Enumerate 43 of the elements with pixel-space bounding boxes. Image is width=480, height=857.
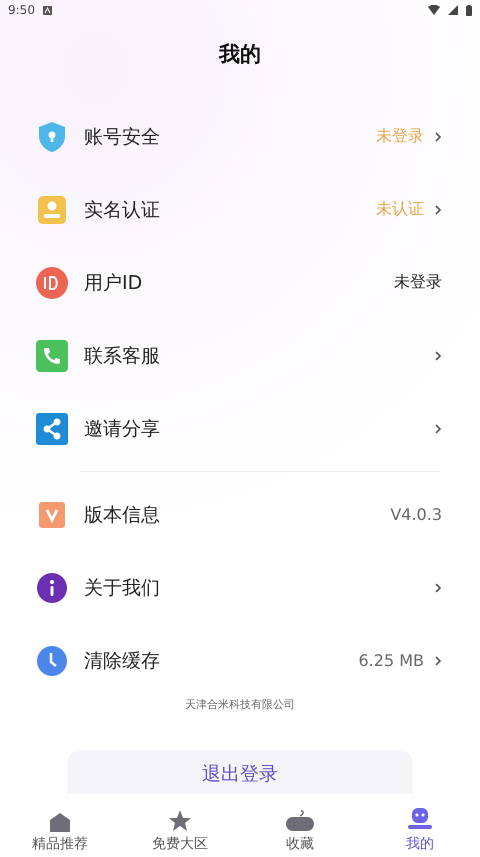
row-value: 未认证 [376,199,424,220]
wifi-icon [428,5,440,15]
row-label: 联系客服 [84,344,161,368]
signal-icon [448,5,458,15]
star-icon [168,809,192,833]
row-value: V4.0.3 [390,505,442,524]
tab-item[interactable]: 我的 [360,800,480,857]
row-label: 邀请分享 [84,416,161,442]
info-icon [36,572,68,604]
shield-icon [36,120,68,152]
battery-icon [466,4,472,16]
settings-row[interactable]: 联系客服 [0,319,480,392]
row-label: 用户ID [84,270,144,296]
tab-item[interactable]: 免费大区 [120,800,240,857]
settings-row[interactable]: 账号安全 未登录 [0,100,480,173]
gamepad-icon [285,809,315,833]
page-title: 我的 [219,41,261,68]
row-label: 关于我们 [84,576,161,600]
settings-row[interactable]: 版本信息 V4.0.3 [0,478,480,551]
settings-row[interactable]: 邀请分享 [0,392,480,465]
company-name: 天津合米科技有限公司 [184,697,296,712]
row-label: 版本信息 [84,502,161,528]
logout-button[interactable]: 退出登录 [67,750,413,794]
id-badge-icon [36,266,68,298]
phone-icon [36,340,68,372]
settings-row[interactable]: 实名认证 未认证 [0,173,480,246]
settings-row[interactable]: 用户ID 未登录 [0,246,480,319]
tab-item[interactable]: 收藏 [240,800,360,857]
row-label: 账号安全 [84,124,161,150]
settings-row[interactable]: 清除缓存 6.25 MB [0,624,480,697]
home-icon [49,811,71,833]
row-label: 清除缓存 [84,648,161,674]
notification-icon [42,6,52,14]
contact-card-icon [36,194,68,226]
share-icon [36,412,68,444]
row-label: 实名认证 [84,198,161,222]
row-value: 未登录 [394,272,442,293]
row-value: 未登录 [376,126,424,147]
status-time: 9:50 [8,3,35,17]
settings-row[interactable]: 关于我们 [0,551,480,624]
clock-icon [36,644,68,676]
row-value: 6.25 MB [358,651,424,670]
tab-item[interactable]: 精品推荐 [0,800,120,857]
